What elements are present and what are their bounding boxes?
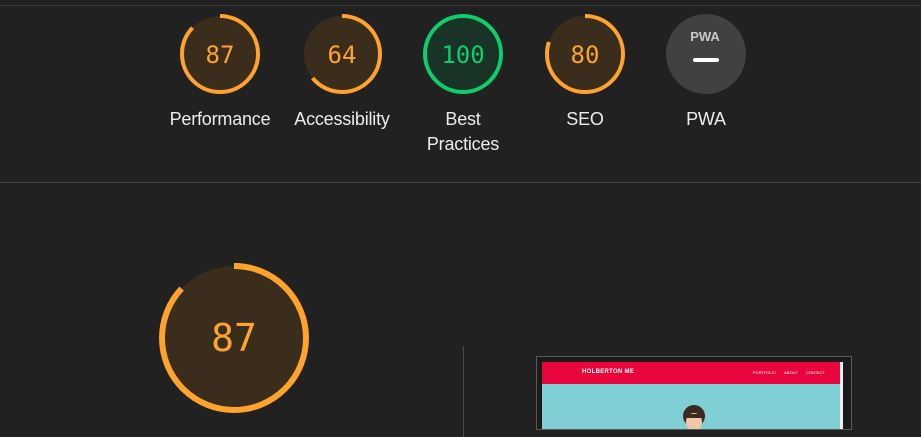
dash-icon (693, 58, 719, 62)
screenshot-scrollbar (840, 362, 843, 429)
score-value: 80 (571, 41, 600, 69)
vertical-divider (463, 346, 464, 437)
score-ring: 64 (302, 14, 382, 94)
screenshot-nav-link: CONTACT (805, 370, 825, 375)
gauge-performance[interactable]: 87 Performance (159, 13, 281, 132)
score-ring: 80 (545, 14, 625, 94)
pwa-badge-icon: PWA (666, 14, 746, 94)
gauge-label: PWA (686, 109, 726, 129)
screenshot-nav-links: PORTFOLIO ABOUT CONTACT (746, 370, 825, 375)
score-value: 64 (328, 41, 357, 69)
gauge-label: SEO (566, 109, 604, 129)
screenshot-nav-link: PORTFOLIO (752, 370, 776, 375)
gauge-seo[interactable]: 80 SEO (524, 13, 646, 132)
screenshot-navbar: HOLBERTON ME PORTFOLIO ABOUT CONTACT (542, 362, 843, 384)
performance-summary-gauge: 87 (159, 263, 309, 413)
section-divider (0, 182, 921, 183)
score-value: 87 (206, 41, 235, 69)
score-ring: 87 (180, 14, 260, 94)
screenshot-brand: HOLBERTON ME (582, 369, 635, 375)
gauge-pwa[interactable]: PWA PWA (645, 13, 767, 132)
gauge-label: Accessibility (294, 109, 390, 129)
avatar-illustration-icon (683, 405, 705, 429)
gauge-label: Best Practices (426, 109, 500, 154)
page-screenshot-thumbnail[interactable]: HOLBERTON ME PORTFOLIO ABOUT CONTACT (536, 356, 852, 430)
gauge-label: Performance (169, 109, 271, 129)
score-ring: 100 (423, 14, 503, 94)
score-value: 100 (441, 41, 484, 69)
gauge-best-practices[interactable]: 100 Best Practices (402, 13, 524, 157)
screenshot-nav-link: ABOUT (784, 370, 798, 375)
category-gauges: 87 Performance 64 Accessibility 100 Best… (0, 0, 921, 182)
gauge-accessibility[interactable]: 64 Accessibility (281, 13, 403, 132)
screenshot-page: HOLBERTON ME PORTFOLIO ABOUT CONTACT (542, 362, 843, 429)
summary-score-value: 87 (211, 316, 257, 360)
pwa-badge-text: PWA (690, 29, 720, 44)
